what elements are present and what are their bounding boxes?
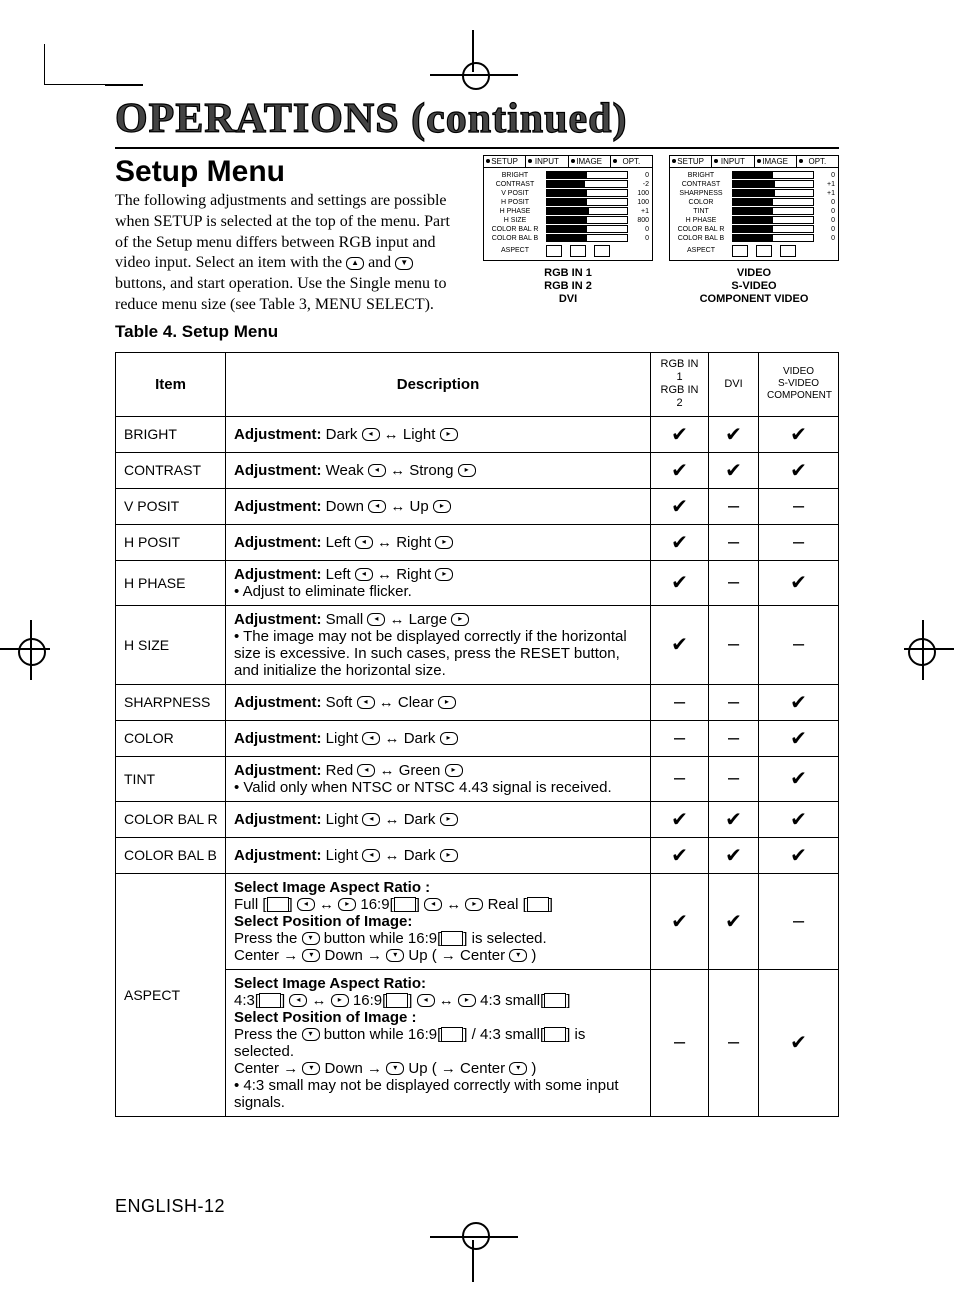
desc-cell: Select Image Aspect Ratio :Full [] ◂ ↔ ▸… <box>226 873 651 969</box>
support-cell: ✔ <box>709 416 759 452</box>
desc-cell: Adjustment: Dark ◂ ↔ Light ▸ <box>226 416 651 452</box>
support-cell: ✔ <box>759 837 839 873</box>
support-cell: ✔ <box>651 488 709 524</box>
support-cell: ✔ <box>759 560 839 605</box>
page-number: ENGLISH-12 <box>115 1196 225 1217</box>
col-rgb: RGB IN 1RGB IN 2 <box>651 352 709 416</box>
up-button-icon: ▲ <box>346 257 364 270</box>
osd-caption-rgb: RGB IN 1RGB IN 2DVI <box>483 267 653 307</box>
col-item: Item <box>116 352 226 416</box>
table-caption: Table 4. Setup Menu <box>115 322 467 342</box>
support-cell: ✔ <box>651 452 709 488</box>
support-cell: ✔ <box>651 524 709 560</box>
support-cell: ✔ <box>709 873 759 969</box>
support-cell: – <box>709 720 759 756</box>
support-cell: ✔ <box>651 605 709 684</box>
crop-mark-left <box>0 620 50 680</box>
item-cell: COLOR <box>116 720 226 756</box>
support-cell: – <box>709 524 759 560</box>
support-cell: – <box>709 969 759 1116</box>
support-cell: ✔ <box>709 837 759 873</box>
support-cell: ✔ <box>759 416 839 452</box>
manual-page: OPERATIONS (continued) Setup Menu The fo… <box>0 0 954 1312</box>
item-cell: H POSIT <box>116 524 226 560</box>
desc-cell: Adjustment: Light ◂ ↔ Dark ▸ <box>226 720 651 756</box>
support-cell: – <box>651 756 709 801</box>
setup-menu-table: Item Description RGB IN 1RGB IN 2 DVI VI… <box>115 352 839 1117</box>
support-cell: ✔ <box>651 416 709 452</box>
item-cell: COLOR BAL R <box>116 801 226 837</box>
support-cell: – <box>651 684 709 720</box>
support-cell: ✔ <box>651 837 709 873</box>
support-cell: ✔ <box>651 801 709 837</box>
item-cell: H PHASE <box>116 560 226 605</box>
item-cell: CONTRAST <box>116 452 226 488</box>
support-cell: – <box>759 524 839 560</box>
desc-cell: Adjustment: Left ◂ ↔ Right ▸ <box>226 524 651 560</box>
item-cell: SHARPNESS <box>116 684 226 720</box>
col-video: VIDEOS-VIDEOCOMPONENT <box>759 352 839 416</box>
support-cell: ✔ <box>759 684 839 720</box>
crop-mark-top <box>430 30 518 72</box>
divider <box>115 147 839 149</box>
down-button-icon: ▼ <box>395 257 413 270</box>
item-cell: ASPECT <box>116 873 226 1116</box>
crop-mark-bottom <box>430 1240 518 1282</box>
support-cell: ✔ <box>759 969 839 1116</box>
crop-mark-right <box>904 620 954 680</box>
item-cell: BRIGHT <box>116 416 226 452</box>
desc-cell: Adjustment: Small ◂ ↔ Large ▸• The image… <box>226 605 651 684</box>
support-cell: ✔ <box>709 452 759 488</box>
item-cell: TINT <box>116 756 226 801</box>
support-cell: – <box>709 488 759 524</box>
col-dvi: DVI <box>709 352 759 416</box>
support-cell: – <box>709 756 759 801</box>
desc-cell: Adjustment: Down ◂ ↔ Up ▸ <box>226 488 651 524</box>
intro-text: The following adjustments and settings a… <box>115 191 467 316</box>
page-title: OPERATIONS (continued) <box>115 95 839 143</box>
desc-cell: Adjustment: Left ◂ ↔ Right ▸• Adjust to … <box>226 560 651 605</box>
item-cell: COLOR BAL B <box>116 837 226 873</box>
support-cell: – <box>759 873 839 969</box>
support-cell: ✔ <box>709 801 759 837</box>
support-cell: ✔ <box>651 873 709 969</box>
support-cell: ✔ <box>651 560 709 605</box>
support-cell: – <box>651 720 709 756</box>
support-cell: ✔ <box>759 452 839 488</box>
desc-cell: Adjustment: Soft ◂ ↔ Clear ▸ <box>226 684 651 720</box>
support-cell: ✔ <box>759 801 839 837</box>
desc-cell: Adjustment: Light ◂ ↔ Dark ▸ <box>226 837 651 873</box>
support-cell: – <box>759 488 839 524</box>
corner-mark <box>44 44 105 85</box>
item-cell: V POSIT <box>116 488 226 524</box>
desc-cell: Adjustment: Weak ◂ ↔ Strong ▸ <box>226 452 651 488</box>
support-cell: – <box>709 560 759 605</box>
col-description: Description <box>226 352 651 416</box>
section-heading: Setup Menu <box>115 155 467 189</box>
item-cell: H SIZE <box>116 605 226 684</box>
support-cell: – <box>709 605 759 684</box>
osd-caption-video: VIDEOS-VIDEOCOMPONENT VIDEO <box>669 267 839 307</box>
desc-cell: Adjustment: Red ◂ ↔ Green ▸• Valid only … <box>226 756 651 801</box>
support-cell: – <box>651 969 709 1116</box>
desc-cell: Adjustment: Light ◂ ↔ Dark ▸ <box>226 801 651 837</box>
osd-screenshot-rgb: SETUPINPUTIMAGEOPT. BRIGHT0CONTRAST-2V P… <box>483 155 653 342</box>
support-cell: – <box>759 605 839 684</box>
support-cell: ✔ <box>759 720 839 756</box>
osd-screenshot-video: SETUPINPUTIMAGEOPT. BRIGHT0CONTRAST+1SHA… <box>669 155 839 342</box>
support-cell: – <box>709 684 759 720</box>
support-cell: ✔ <box>759 756 839 801</box>
desc-cell: Select Image Aspect Ratio:4:3[] ◂ ↔ ▸ 16… <box>226 969 651 1116</box>
